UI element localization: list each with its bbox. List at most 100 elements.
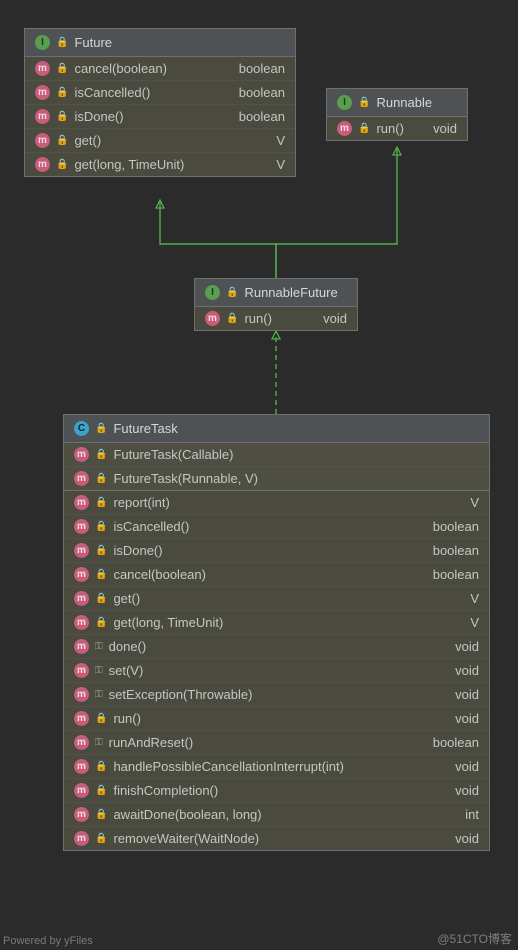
member-return: boolean: [239, 109, 285, 124]
member-signature: get(long, TimeUnit): [74, 157, 260, 172]
key-icon: ⚿: [95, 689, 103, 700]
constructor-list: m 🔒 FutureTask(Callable) m🔒FutureTask(Runna…: [64, 443, 489, 490]
member-row[interactable]: m🔒get()V: [64, 586, 489, 610]
method-icon: m: [74, 519, 89, 534]
member-signature: isDone(): [74, 109, 222, 124]
member-row[interactable]: m🔒cancel(boolean)boolean: [64, 562, 489, 586]
method-icon: m: [74, 735, 89, 750]
member-return: V: [470, 615, 479, 630]
member-signature: report(int): [113, 495, 454, 510]
member-signature: set(V): [109, 663, 440, 678]
member-signature: run(): [376, 121, 417, 136]
member-row[interactable]: m🔒run()void: [64, 706, 489, 730]
method-icon: m: [35, 133, 50, 148]
method-icon: m: [74, 807, 89, 822]
member-signature: runAndReset(): [109, 735, 417, 750]
member-signature: FutureTask(Callable): [113, 447, 479, 462]
member-row[interactable]: m🔒get(long, TimeUnit)V: [64, 610, 489, 634]
method-icon: m: [74, 687, 89, 702]
member-row[interactable]: m🔒report(int)V: [64, 491, 489, 514]
member-row[interactable]: m🔒get(long, TimeUnit)V: [25, 152, 295, 176]
member-row[interactable]: m🔒get()V: [25, 128, 295, 152]
member-list: m 🔒 run() void: [327, 117, 467, 140]
member-signature: setException(Throwable): [109, 687, 440, 702]
member-signature: handlePossibleCancellationInterrupt(int): [113, 759, 439, 774]
member-return: void: [455, 639, 479, 654]
lock-icon: 🔒: [56, 63, 68, 74]
class-futuretask[interactable]: C 🔒 FutureTask m🔒FutureTask(Callable)m🔒F…: [63, 414, 490, 851]
class-header: I 🔒 RunnableFuture: [195, 279, 357, 307]
member-return: boolean: [239, 61, 285, 76]
method-icon: m: [74, 759, 89, 774]
member-signature: done(): [109, 639, 440, 654]
method-icon: m: [74, 447, 89, 462]
member-signature: run(): [244, 311, 307, 326]
member-row[interactable]: m⚿set(V)void: [64, 658, 489, 682]
member-return: void: [455, 687, 479, 702]
class-title: FutureTask: [113, 421, 177, 436]
lock-icon: 🔒: [226, 313, 238, 324]
member-list: m🔒report(int)Vm🔒isCancelled()booleanm🔒is…: [64, 490, 489, 850]
method-icon: m: [74, 783, 89, 798]
method-icon: m: [35, 157, 50, 172]
member-row[interactable]: m 🔒 FutureTask(Callable): [64, 443, 489, 466]
member-signature: isCancelled(): [74, 85, 222, 100]
uml-canvas: I 🔒 Future m🔒cancel(boolean)booleanm🔒isC…: [0, 0, 518, 950]
member-row[interactable]: m🔒run()void: [195, 307, 357, 330]
member-row[interactable]: m🔒isCancelled()boolean: [25, 80, 295, 104]
method-icon: m: [74, 567, 89, 582]
lock-icon: 🔒: [56, 159, 68, 170]
lock-icon: 🔒: [56, 135, 68, 146]
member-row[interactable]: m🔒handlePossibleCancellationInterrupt(in…: [64, 754, 489, 778]
lock-icon: 🔒: [95, 713, 107, 724]
member-signature: run(): [113, 711, 439, 726]
member-row[interactable]: m🔒removeWaiter(WaitNode)void: [64, 826, 489, 850]
method-icon: m: [74, 543, 89, 558]
member-row[interactable]: m⚿done()void: [64, 634, 489, 658]
lock-icon: 🔒: [95, 449, 107, 460]
member-signature: finishCompletion(): [113, 783, 439, 798]
member-signature: cancel(boolean): [113, 567, 416, 582]
member-return: void: [455, 759, 479, 774]
member-return: boolean: [239, 85, 285, 100]
member-signature: FutureTask(Runnable, V): [113, 471, 479, 486]
member-row[interactable]: m🔒isDone()boolean: [25, 104, 295, 128]
member-return: V: [276, 133, 285, 148]
member-return: void: [433, 121, 457, 136]
lock-icon: 🔒: [358, 97, 370, 108]
member-return: void: [323, 311, 347, 326]
member-row[interactable]: m🔒isCancelled()boolean: [64, 514, 489, 538]
member-return: boolean: [433, 567, 479, 582]
lock-icon: 🔒: [95, 497, 107, 508]
interface-future[interactable]: I 🔒 Future m🔒cancel(boolean)booleanm🔒isC…: [24, 28, 296, 177]
method-icon: m: [35, 109, 50, 124]
interface-runnablefuture[interactable]: I 🔒 RunnableFuture m🔒run()void: [194, 278, 358, 331]
member-row[interactable]: m🔒FutureTask(Runnable, V): [64, 466, 489, 490]
member-return: int: [465, 807, 479, 822]
member-row[interactable]: m⚿runAndReset()boolean: [64, 730, 489, 754]
lock-icon: 🔒: [358, 123, 370, 134]
member-row[interactable]: m ⚿ setException(Throwable) void: [64, 682, 489, 706]
method-icon: m: [74, 831, 89, 846]
member-row[interactable]: m 🔒 run() void: [327, 117, 467, 140]
lock-icon: 🔒: [95, 593, 107, 604]
lock-icon: 🔒: [56, 37, 68, 48]
member-signature: get(): [113, 591, 454, 606]
member-row[interactable]: m🔒finishCompletion()void: [64, 778, 489, 802]
member-return: void: [455, 711, 479, 726]
member-row[interactable]: m🔒cancel(boolean)boolean: [25, 57, 295, 80]
member-return: boolean: [433, 735, 479, 750]
lock-icon: 🔒: [95, 545, 107, 556]
class-title: Future: [74, 35, 112, 50]
member-row[interactable]: m🔒awaitDone(boolean, long)int: [64, 802, 489, 826]
interface-runnable[interactable]: I 🔒 Runnable m🔒run()void: [326, 88, 468, 141]
class-title: Runnable: [376, 95, 432, 110]
member-signature: isCancelled(): [113, 519, 416, 534]
member-list: m🔒run()void: [195, 307, 357, 330]
member-return: V: [470, 495, 479, 510]
method-icon: m: [337, 121, 352, 136]
lock-icon: 🔒: [95, 617, 107, 628]
footer-watermark: @51CTO博客: [437, 930, 512, 947]
member-return: V: [470, 591, 479, 606]
member-row[interactable]: m🔒isDone()boolean: [64, 538, 489, 562]
